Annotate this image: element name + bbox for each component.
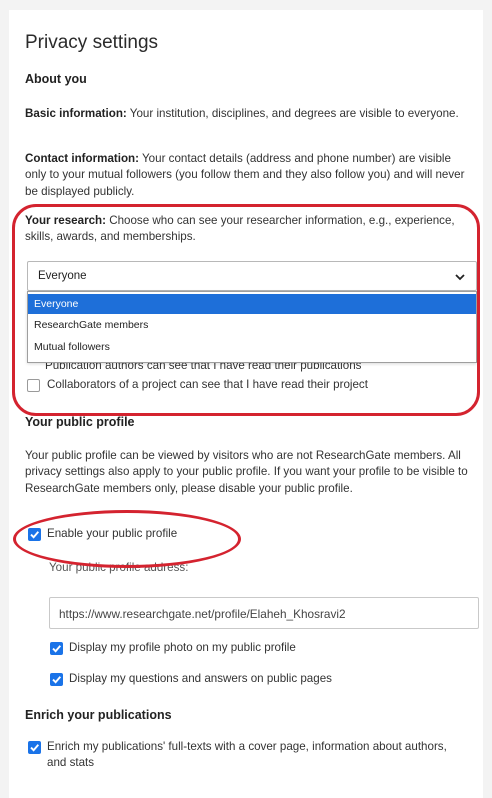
public-profile-address-value: https://www.researchgate.net/profile/Ela… (59, 607, 346, 621)
page-title: Privacy settings (25, 32, 159, 53)
annotation-ring-public-profile (13, 510, 241, 568)
check-icon (52, 676, 62, 684)
basic-information-label: Basic information: (25, 107, 127, 120)
enrich-heading: Enrich your publications (25, 708, 172, 722)
public-profile-description: Your public profile can be viewed by vis… (25, 449, 468, 495)
public-profile-address-field[interactable]: https://www.researchgate.net/profile/Ela… (49, 597, 479, 629)
display-photo-checkbox[interactable] (50, 642, 63, 655)
enrich-label: Enrich my publications' full-texts with … (47, 740, 447, 770)
public-profile-heading: Your public profile (25, 415, 135, 429)
annotation-ring-research (12, 204, 480, 416)
basic-information-text: Basic information: Your institution, dis… (25, 106, 465, 122)
display-photo-label: Display my profile photo on my public pr… (69, 641, 296, 654)
about-you-heading: About you (25, 72, 87, 86)
display-qa-checkbox[interactable] (50, 673, 63, 686)
check-icon (52, 645, 62, 653)
display-qa-label: Display my questions and answers on publ… (69, 672, 332, 685)
check-icon (30, 744, 40, 752)
enrich-checkbox[interactable] (28, 741, 41, 754)
privacy-settings-card: Privacy settings About you Basic informa… (9, 10, 483, 798)
contact-information-text: Contact information: Your contact detail… (25, 151, 475, 200)
basic-information-description: Your institution, disciplines, and degre… (126, 107, 459, 120)
contact-information-label: Contact information: (25, 152, 139, 165)
